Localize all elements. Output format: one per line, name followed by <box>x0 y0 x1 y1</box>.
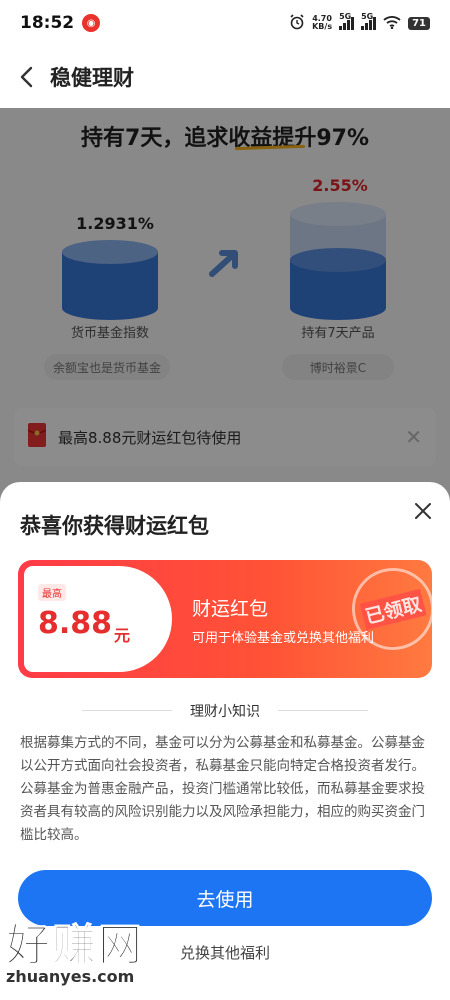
chevron-left-icon[interactable] <box>4 55 48 99</box>
watermark-title: 好赚网 <box>6 920 144 972</box>
sheet-title: 恭喜你获得财运红包 <box>20 514 209 538</box>
nav-bar: 稳健理财 <box>0 46 450 108</box>
network-type-2: 5G <box>361 12 374 21</box>
stamp-text: 已领取 <box>360 588 426 630</box>
coupon-name: 财运红包 <box>192 598 269 620</box>
coupon-desc: 可用于体验基金或兑换其他福利 <box>192 631 375 646</box>
weibo-icon: ◉ <box>82 14 101 32</box>
site-watermark: 好赚网 zhuanyes.com <box>0 905 230 1000</box>
battery-icon: 71 <box>408 16 430 30</box>
tips-title: 理财小知识 <box>190 704 260 720</box>
status-bar: 18:52 ◉ 4.70 KB/s 5G 5G 71 <box>0 0 450 46</box>
divider-right <box>278 710 368 711</box>
signal-icon-2: 5G <box>361 12 377 30</box>
signal-icon: 5G <box>339 12 355 30</box>
coupon-tag: 最高 <box>38 584 66 601</box>
tips-body: 根据募集方式的不同，基金可以分为公募基金和私募基金。公募基金以公开方式面向社会投… <box>20 735 425 843</box>
network-type-1: 5G <box>339 12 352 21</box>
red-packet-coupon[interactable]: 最高 8.88 元 财运红包 可用于体验基金或兑换其他福利 已领取 <box>18 560 432 678</box>
status-time: 18:52 <box>20 13 75 33</box>
status-icons: 4.70 KB/s 5G 5G 71 <box>289 12 430 33</box>
coupon-unit: 元 <box>114 626 131 645</box>
network-speed: 4.70 KB/s <box>312 15 332 31</box>
alarm-icon <box>289 13 305 33</box>
wifi-icon <box>383 15 401 32</box>
coupon-amount: 8.88 <box>38 606 113 641</box>
close-icon[interactable] <box>408 496 438 526</box>
watermark-url: zhuanyes.com <box>6 967 135 986</box>
page-title: 稳健理财 <box>50 66 134 90</box>
speed-unit: KB/s <box>312 22 333 31</box>
